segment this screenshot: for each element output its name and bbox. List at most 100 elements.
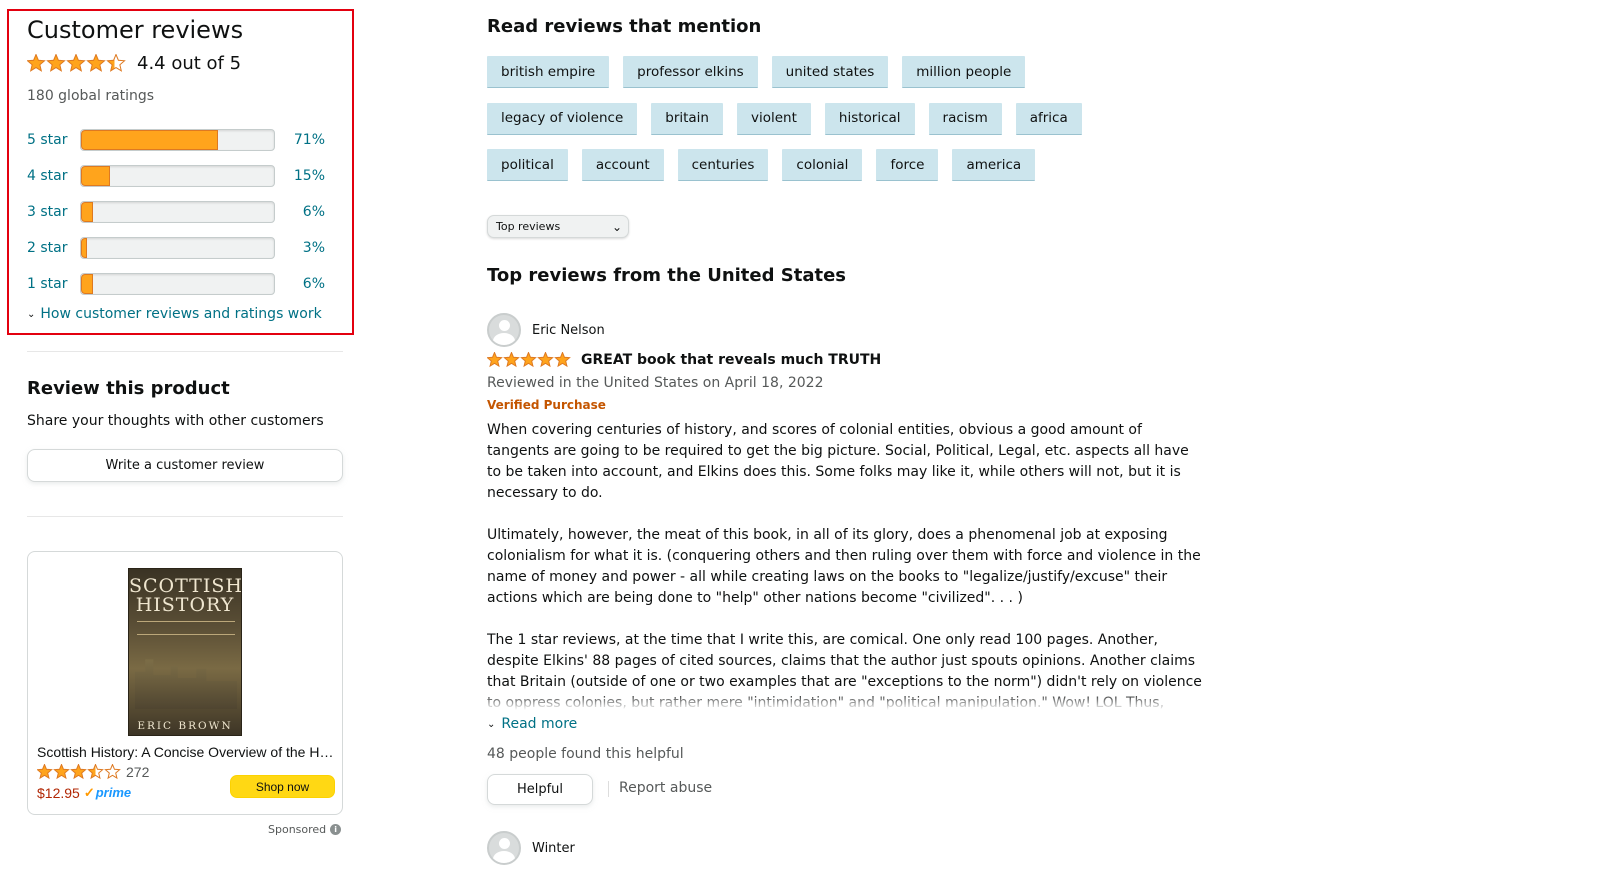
star-icon [104, 764, 121, 780]
avatar-icon[interactable] [487, 831, 521, 865]
histogram-percent[interactable]: 6% [275, 204, 325, 220]
star-icon [46, 53, 66, 72]
histogram-fill [81, 130, 219, 150]
mention-chip[interactable]: colonial [782, 149, 863, 181]
mention-chip[interactable]: professor elkins [623, 56, 758, 88]
mention-chip[interactable]: british empire [487, 56, 610, 88]
mention-chip[interactable]: africa [1015, 102, 1082, 135]
histogram-label[interactable]: 4 star [27, 168, 80, 184]
histogram-bar[interactable] [80, 165, 275, 187]
star-icon [70, 764, 87, 780]
review-stars-icon[interactable] [487, 352, 571, 368]
review-product-title: Review this product [27, 378, 230, 399]
histogram-row-1[interactable]: 1 star 6% [27, 266, 327, 302]
mention-chip[interactable]: million people [902, 56, 1026, 88]
histogram-percent[interactable]: 3% [275, 240, 325, 256]
mention-chip[interactable]: britain [651, 102, 723, 135]
histogram-percent[interactable]: 15% [275, 168, 325, 184]
helpful-count: 48 people found this helpful [487, 746, 684, 762]
mention-chips: british empire professor elkins united s… [487, 56, 1207, 196]
mention-chip[interactable]: historical [824, 102, 915, 135]
mention-chip[interactable]: force [876, 149, 939, 181]
book-cover-subtitle-band [137, 621, 235, 635]
mention-chip[interactable]: legacy of violence [487, 102, 638, 135]
mention-chip[interactable]: united states [771, 56, 889, 88]
reviewer-name[interactable]: Winter [532, 841, 575, 856]
histogram-row-5[interactable]: 5 star 71% [27, 122, 327, 158]
sponsored-text: Sponsored [268, 823, 327, 836]
chevron-down-icon: ⌄ [487, 718, 496, 730]
histogram-percent[interactable]: 6% [275, 276, 325, 292]
chip-row: british empire professor elkins united s… [487, 56, 1207, 103]
histogram-bar[interactable] [80, 129, 275, 151]
ad-rating-count[interactable]: 272 [126, 764, 149, 780]
review-paragraph: The 1 star reviews, at the time that I w… [487, 632, 1202, 710]
mention-chip[interactable]: violent [737, 102, 811, 135]
book-cover-author: ERIC BROWN [137, 720, 233, 732]
histogram-label[interactable]: 5 star [27, 132, 80, 148]
star-icon [106, 53, 126, 72]
sponsored-ad-card[interactable]: SCOTTISH HISTORY ERIC BROWN Scottish His… [27, 551, 343, 815]
review-paragraph: When covering centuries of history, and … [487, 422, 1189, 501]
sort-dropdown[interactable]: Top reviews ⌄ [487, 215, 629, 238]
write-review-button[interactable]: Write a customer review [27, 449, 343, 482]
histogram-row-4[interactable]: 4 star 15% [27, 158, 327, 194]
mention-chip[interactable]: america [952, 149, 1036, 181]
histogram-bar[interactable] [80, 237, 275, 259]
review-title[interactable]: GREAT book that reveals much TRUTH [581, 352, 881, 368]
verified-purchase-badge[interactable]: Verified Purchase [487, 398, 606, 412]
how-reviews-work-label[interactable]: How customer reviews and ratings work [40, 306, 321, 322]
divider [27, 516, 343, 517]
star-icon [554, 352, 571, 368]
histogram-label[interactable]: 2 star [27, 240, 80, 256]
avatar-icon[interactable] [487, 313, 521, 347]
prime-label: prime [95, 785, 132, 800]
histogram-fill [81, 202, 93, 222]
mention-chip[interactable]: account [581, 149, 664, 181]
histogram-percent[interactable]: 71% [275, 132, 325, 148]
global-ratings-count: 180 global ratings [27, 88, 155, 104]
review-title-row: GREAT book that reveals much TRUTH [487, 352, 881, 368]
review-body: When covering centuries of history, and … [487, 420, 1207, 710]
histogram-label[interactable]: 3 star [27, 204, 80, 220]
average-stars-icon [27, 53, 126, 72]
divider [608, 781, 609, 797]
reviewer-name[interactable]: Eric Nelson [532, 323, 605, 338]
prime-badge: ✓prime [84, 785, 131, 801]
helpful-button[interactable]: Helpful [487, 774, 593, 805]
star-icon [66, 53, 86, 72]
sponsored-label[interactable]: Sponsored i [268, 823, 342, 836]
reviewer-profile[interactable]: Winter [487, 831, 575, 865]
read-more-link[interactable]: ⌄ Read more [487, 716, 577, 732]
read-more-label[interactable]: Read more [501, 716, 577, 732]
mention-chip[interactable]: racism [928, 102, 1002, 135]
star-icon [37, 764, 53, 780]
customer-reviews-title: Customer reviews [27, 16, 244, 44]
chip-row: legacy of violence britain violent histo… [487, 102, 1207, 150]
histogram-fill [81, 238, 87, 258]
shop-now-button[interactable]: Shop now [230, 775, 335, 798]
histogram-bar[interactable] [80, 201, 275, 223]
mentions-title: Read reviews that mention [487, 16, 762, 37]
star-icon [27, 53, 46, 72]
histogram-row-3[interactable]: 3 star 6% [27, 194, 327, 230]
castle-illustration [135, 659, 237, 709]
average-rating-text: 4.4 out of 5 [137, 53, 242, 74]
chevron-down-icon: ⌄ [27, 308, 36, 320]
info-icon[interactable]: i [330, 824, 342, 835]
book-cover-image[interactable]: SCOTTISH HISTORY ERIC BROWN [128, 568, 242, 736]
mention-chip[interactable]: political [487, 149, 568, 181]
average-rating-row: 4.4 out of 5 [27, 53, 241, 74]
book-cover-title: SCOTTISH HISTORY [129, 575, 243, 616]
report-abuse-link[interactable]: Report abuse [619, 780, 712, 796]
star-icon [520, 352, 537, 368]
how-reviews-work-link[interactable]: ⌄ How customer reviews and ratings work [27, 306, 322, 322]
mention-chip[interactable]: centuries [677, 149, 769, 181]
histogram-row-2[interactable]: 2 star 3% [27, 230, 327, 266]
ad-product-title[interactable]: Scottish History: A Concise Overview of … [37, 744, 335, 760]
ad-rating-row[interactable]: 272 [37, 764, 149, 780]
reviewer-profile[interactable]: Eric Nelson [487, 313, 605, 347]
top-reviews-title: Top reviews from the United States [487, 265, 847, 286]
histogram-label[interactable]: 1 star [27, 276, 80, 292]
histogram-bar[interactable] [80, 273, 275, 295]
